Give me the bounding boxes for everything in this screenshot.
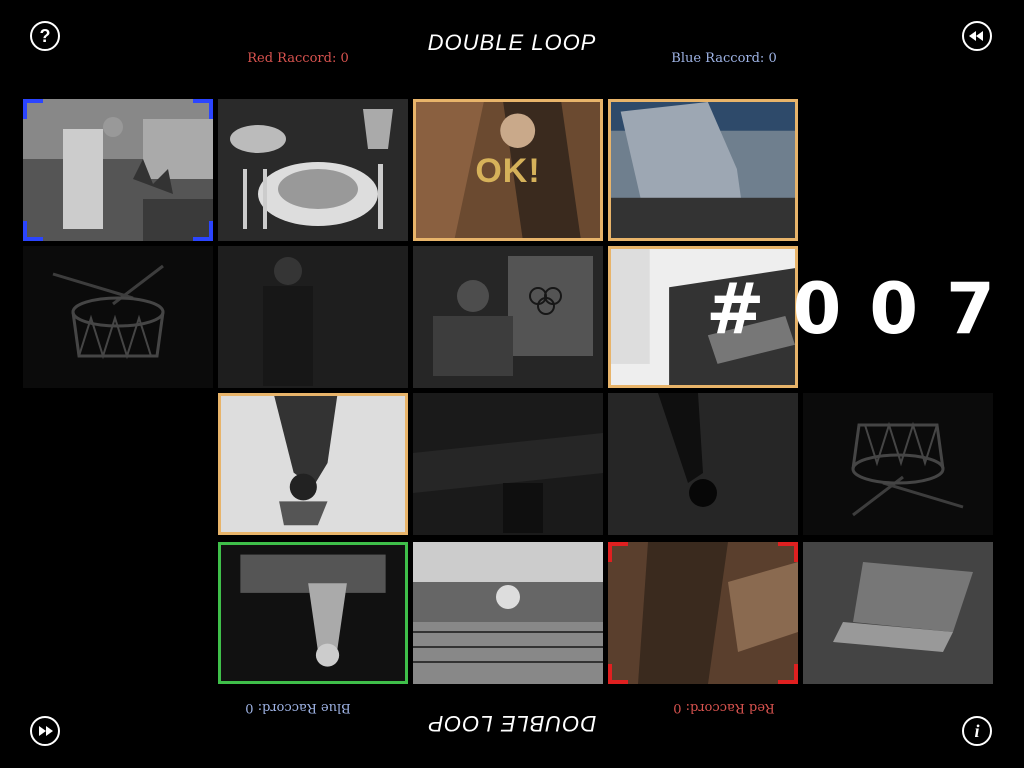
svg-text:?: ?	[40, 26, 51, 46]
film-tile-dinner-plate[interactable]	[218, 99, 408, 241]
rewind-button[interactable]	[962, 21, 992, 51]
rewind-icon	[969, 31, 983, 41]
drum-tile-mirrored[interactable]	[803, 393, 993, 535]
red-score: Red Raccord: 0	[247, 51, 349, 66]
info-icon: i	[974, 721, 979, 741]
film-tile-man-with-plant[interactable]	[23, 99, 213, 241]
fast-forward-button[interactable]	[30, 716, 60, 746]
game-title: DOUBLE LOOP	[427, 30, 597, 55]
fast-forward-icon	[39, 726, 53, 736]
blue-score-mirrored: Blue Raccord: 0	[245, 700, 351, 715]
film-tile-motion-blur[interactable]	[608, 542, 798, 684]
film-tile-dark-man[interactable]	[218, 246, 408, 388]
film-tile-inverted-figure[interactable]	[218, 393, 408, 535]
drum-icon	[23, 246, 213, 388]
film-tile-hanging-figure[interactable]	[608, 393, 798, 535]
film-tile-olympic-poster[interactable]	[413, 246, 603, 388]
info-button[interactable]: i	[962, 716, 992, 746]
film-tile-inverted-machine[interactable]	[803, 542, 993, 684]
film-tile-bridge[interactable]	[413, 542, 603, 684]
ok-label: OK!	[475, 152, 541, 190]
film-tile-inverted-street[interactable]	[218, 542, 408, 684]
drum-tile[interactable]	[23, 246, 213, 388]
move-counter: #007	[706, 268, 1023, 350]
film-tile-ok-old-man[interactable]: OK!	[413, 99, 603, 241]
question-mark-icon: ?	[40, 26, 51, 46]
film-tile-dark-scene[interactable]	[413, 393, 603, 535]
help-button[interactable]: ?	[30, 21, 60, 51]
blue-score: Blue Raccord: 0	[671, 51, 777, 66]
svg-text:i: i	[974, 721, 979, 741]
drum-icon-mirrored	[803, 393, 993, 535]
game-title-mirrored: DOUBLE LOOP	[427, 711, 597, 736]
red-score-mirrored: Red Raccord: 0	[673, 700, 775, 715]
film-tile-man-on-boat[interactable]	[608, 99, 798, 241]
